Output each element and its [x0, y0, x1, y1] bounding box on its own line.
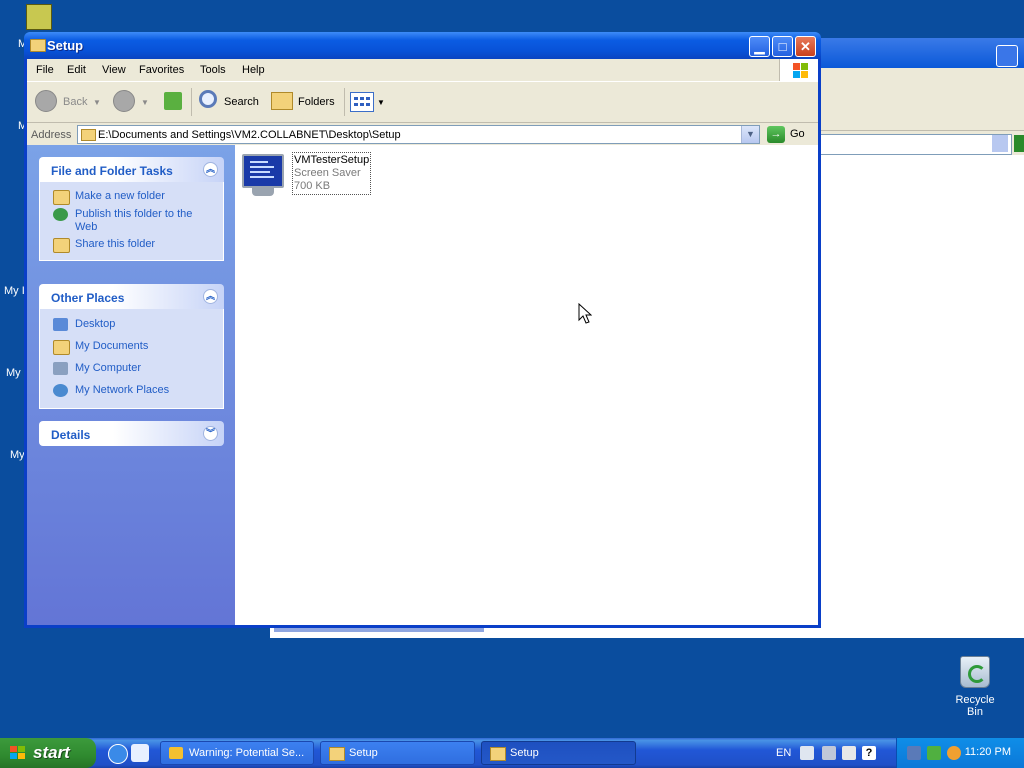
show-desktop-icon[interactable]	[131, 744, 149, 762]
back-arrow-icon	[35, 90, 57, 112]
file-size: 700 KB	[294, 180, 331, 192]
network-places-icon	[53, 384, 68, 397]
background-go-icon[interactable]	[1014, 135, 1024, 152]
folder-icon	[81, 129, 96, 141]
taskbar-button-warning[interactable]: Warning: Potential Se...	[160, 741, 314, 765]
recycle-bin-label: Recycle Bin	[955, 694, 995, 718]
forward-dropdown-icon[interactable]: ▼	[141, 98, 149, 107]
address-label: Address	[31, 129, 72, 141]
background-address-dropdown[interactable]	[992, 135, 1008, 152]
windows-logo-icon	[779, 59, 818, 81]
minimize-button[interactable]: ▁	[749, 36, 770, 57]
address-path: E:\Documents and Settings\VM2.COLLABNET\…	[98, 129, 401, 141]
address-input[interactable]: E:\Documents and Settings\VM2.COLLABNET\…	[77, 125, 760, 144]
warning-icon	[169, 747, 183, 759]
maximize-button[interactable]: □	[772, 36, 793, 57]
menu-edit[interactable]: Edit	[67, 64, 86, 76]
desktop-shortcut-icon[interactable]	[26, 4, 52, 30]
file-folder-tasks-panel: File and Folder Tasks ︽ Make a new folde…	[39, 157, 224, 261]
desktop-icon-label: My	[6, 367, 21, 379]
window-title: Setup	[47, 38, 84, 53]
share-folder-icon	[53, 238, 70, 253]
desktop-icon-label: My I	[4, 285, 25, 297]
window-body: File and Folder Tasks ︽ Make a new folde…	[27, 145, 818, 625]
taskbar-button-setup-1[interactable]: Setup	[320, 741, 475, 765]
go-arrow-icon: →	[767, 126, 785, 143]
taskbar: start Warning: Potential Se... Setup Set…	[0, 738, 1024, 768]
collapse-chevron-icon[interactable]: ︽	[203, 289, 218, 304]
collapse-chevron-icon[interactable]: ︽	[203, 162, 218, 177]
menu-favorites[interactable]: Favorites	[139, 64, 184, 76]
views-dropdown-icon: ▼	[377, 98, 385, 107]
background-minimize-button[interactable]	[996, 45, 1018, 67]
clock[interactable]: 11:20 PM	[965, 746, 1011, 758]
help-icon[interactable]: ?	[862, 746, 876, 760]
place-my-computer[interactable]: My Computer	[40, 360, 223, 378]
file-list-area[interactable]: VMTesterSetup Screen Saver 700 KB	[235, 145, 818, 625]
taskbar-button-setup-2[interactable]: Setup	[481, 741, 636, 765]
place-desktop[interactable]: Desktop	[40, 316, 223, 334]
folder-icon	[329, 747, 345, 761]
publish-web-icon	[53, 208, 68, 221]
system-tray: 11:20 PM	[896, 738, 1024, 768]
task-publish-folder-web[interactable]: Publish this folder to the Web	[40, 206, 223, 236]
task-make-new-folder[interactable]: Make a new folder	[40, 188, 223, 206]
panel-header[interactable]: Details ︾	[39, 421, 224, 446]
network-icon[interactable]	[907, 746, 921, 760]
search-icon	[199, 90, 217, 108]
task-pane: File and Folder Tasks ︽ Make a new folde…	[27, 145, 235, 625]
close-button[interactable]: ✕	[795, 36, 816, 57]
windows-flag-icon	[10, 746, 25, 760]
folder-icon	[30, 39, 46, 52]
place-my-documents[interactable]: My Documents	[40, 338, 223, 356]
menu-view[interactable]: View	[102, 64, 126, 76]
my-computer-icon	[53, 362, 68, 375]
my-documents-icon	[53, 340, 70, 355]
expand-chevron-icon[interactable]: ︾	[203, 426, 218, 441]
keyboard-icon[interactable]	[800, 746, 814, 760]
desktop-icon-label: My	[10, 449, 25, 461]
pen-icon[interactable]	[822, 746, 836, 760]
panel-title: Other Places	[51, 291, 125, 305]
search-tray-icon[interactable]	[947, 746, 961, 760]
place-my-network-places[interactable]: My Network Places	[40, 382, 223, 400]
task-share-folder[interactable]: Share this folder	[40, 236, 223, 254]
language-indicator[interactable]: EN	[776, 747, 791, 759]
address-dropdown-icon[interactable]: ▼	[741, 126, 759, 143]
menu-bar: File Edit View Favorites Tools Help	[27, 59, 818, 82]
explorer-window[interactable]: Setup ▁ □ ✕ File Edit View Favorites Too…	[24, 32, 821, 628]
folder-icon	[490, 747, 506, 761]
recycle-bin[interactable]: Recycle Bin	[946, 656, 1004, 718]
internet-explorer-icon[interactable]	[108, 744, 128, 764]
desktop-icon	[53, 318, 68, 331]
security-icon[interactable]	[927, 746, 941, 760]
file-name: VMTesterSetup	[294, 154, 370, 166]
screen-saver-file-icon	[240, 152, 286, 198]
panel-header[interactable]: Other Places ︽	[39, 284, 224, 309]
folders-icon	[271, 92, 293, 110]
file-info: VMTesterSetup Screen Saver 700 KB	[292, 152, 371, 195]
forward-arrow-icon	[113, 90, 135, 112]
details-panel: Details ︾	[39, 421, 224, 446]
recycle-bin-icon	[960, 656, 990, 688]
up-arrow-icon	[164, 92, 182, 110]
panel-title: File and Folder Tasks	[51, 164, 173, 178]
menu-file[interactable]: File	[36, 64, 54, 76]
menu-tools[interactable]: Tools	[200, 64, 226, 76]
views-icon	[350, 92, 374, 112]
menu-help[interactable]: Help	[242, 64, 265, 76]
start-button[interactable]: start	[0, 738, 96, 768]
other-places-panel: Other Places ︽ Desktop My Documents My C…	[39, 284, 224, 409]
new-folder-icon	[53, 190, 70, 205]
file-type: Screen Saver	[294, 167, 361, 179]
mouse-cursor-icon	[578, 303, 592, 324]
toolbar: Back ▼ ▼ Search Folders ▼	[27, 82, 818, 123]
window-titlebar[interactable]: Setup ▁ □ ✕	[24, 32, 821, 59]
back-dropdown-icon[interactable]: ▼	[93, 98, 101, 107]
input-panel-icon[interactable]	[842, 746, 856, 760]
panel-title: Details	[51, 428, 91, 442]
panel-header[interactable]: File and Folder Tasks ︽	[39, 157, 224, 182]
